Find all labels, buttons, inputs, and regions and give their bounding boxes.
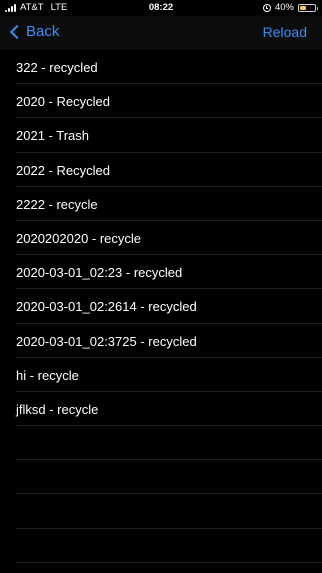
empty-list-row [0, 460, 322, 495]
back-button-label: Back [26, 23, 60, 40]
back-button[interactable]: Back [9, 23, 59, 40]
list-item-label: 2020202020 - recycle [16, 230, 142, 246]
list-item[interactable]: 2020 - Recycled [0, 84, 322, 119]
empty-list-row [0, 529, 322, 564]
list-item[interactable]: 2020202020 - recycle [0, 221, 322, 256]
status-right: 40% [262, 2, 318, 13]
battery-icon [298, 3, 318, 12]
list-item-label: 2020-03-01_02:2614 - recycled [16, 299, 197, 315]
list-item[interactable]: 2022 - Recycled [0, 153, 322, 187]
list-item-label: 2022 - Recycled [16, 162, 110, 178]
battery-percent: 40% [274, 2, 294, 13]
alarm-icon [262, 3, 271, 12]
list-item-label: 2021 - Trash [16, 128, 89, 144]
list-item[interactable]: 2021 - Trash [0, 118, 322, 153]
empty-list-row [0, 494, 322, 529]
list-item[interactable]: 2020-03-01_02:3725 - recycled [0, 324, 322, 358]
status-bar: AT&T LTE 08:22 40% [0, 0, 322, 16]
item-list: 322 - recycled 2020 - Recycled 2021 - Tras… [0, 50, 322, 564]
list-item-label: 2020-03-01_02:23 - recycled [16, 265, 183, 281]
empty-list-row [0, 426, 322, 461]
list-item[interactable]: hi - recycle [0, 358, 322, 393]
list-item-label: jflksd - recycle [16, 401, 99, 417]
list-item[interactable]: 2020-03-01_02:2614 - recycled [0, 289, 322, 324]
list-item-label: 2020 - Recycled [16, 94, 110, 110]
list-item-label: hi - recycle [16, 367, 79, 383]
list-item-label: 2020-03-01_02:3725 - recycled [16, 333, 197, 349]
battery-fill [300, 5, 306, 10]
list-item[interactable]: 2020-03-01_02:23 - recycled [0, 255, 322, 290]
chevron-left-icon [9, 24, 25, 39]
list-item[interactable]: 322 - recycled [0, 50, 322, 85]
list-item-label: 322 - recycled [16, 60, 98, 75]
navigation-bar: Back Reload [0, 16, 322, 50]
list-item-label: 2222 - recycle [16, 196, 98, 212]
list-item[interactable]: jflksd - recycle [0, 392, 322, 427]
reload-button[interactable]: Reload [263, 24, 307, 40]
list-item[interactable]: 2222 - recycle [0, 187, 322, 222]
